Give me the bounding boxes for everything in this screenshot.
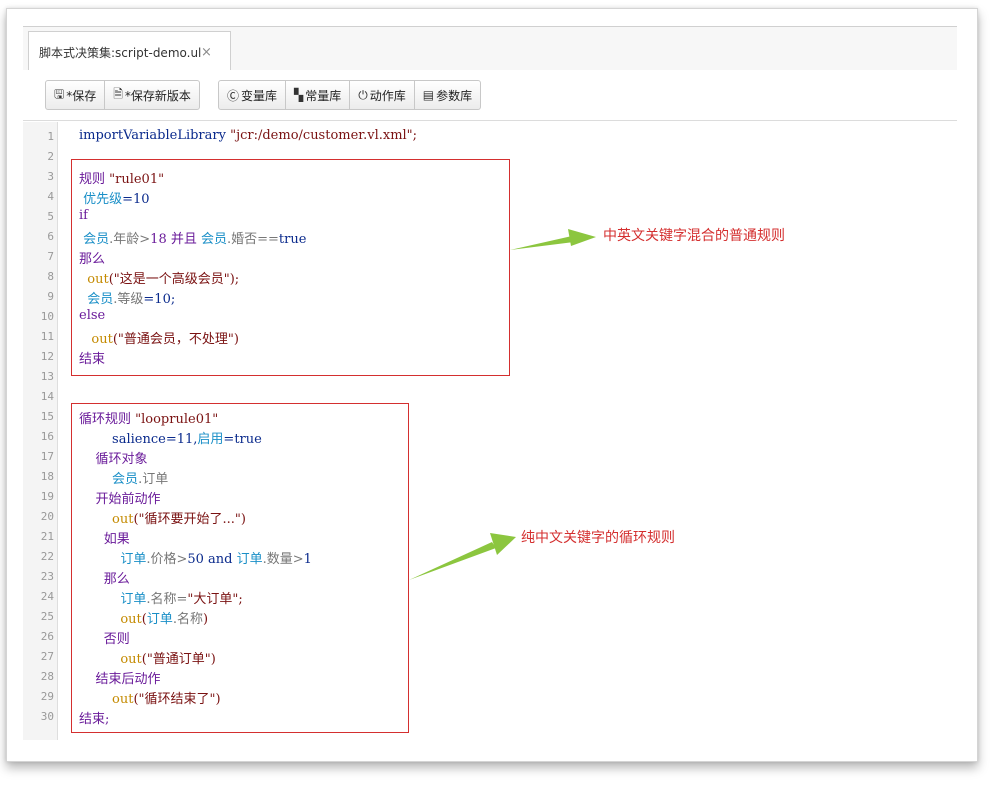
callout-chinese-loop-rule: 纯中文关键字的循环规则: [521, 530, 675, 546]
callout-mixed-keyword-rule: 中英文关键字混合的普通规则: [603, 228, 785, 244]
arrow-icon: [409, 542, 496, 580]
arrow-icon: [510, 236, 574, 250]
arrowhead-icon: [568, 229, 596, 246]
annotation-arrows: [409, 229, 596, 580]
arrowhead-icon: [490, 533, 516, 555]
